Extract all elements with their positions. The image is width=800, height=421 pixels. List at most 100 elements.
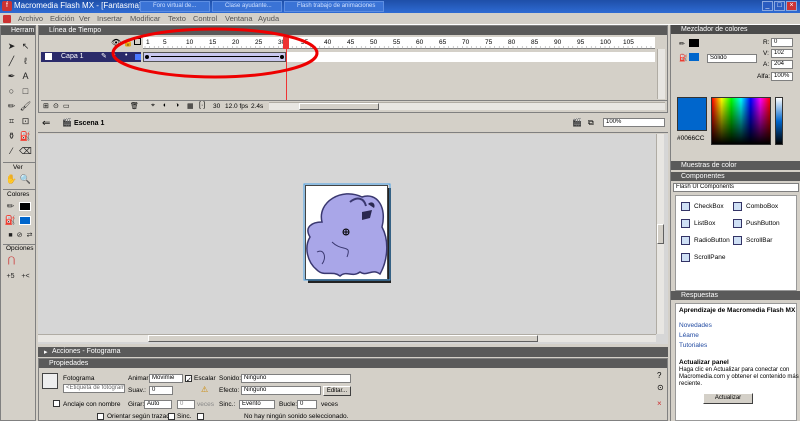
ghost-graphic[interactable] <box>302 182 392 282</box>
sync-checkbox[interactable] <box>168 413 175 420</box>
fill-type-select[interactable]: Sólido <box>707 54 757 63</box>
oval-icon[interactable]: ○ <box>5 85 18 98</box>
sound-select[interactable]: Ninguno <box>241 374 351 383</box>
smooth-icon[interactable]: +5 <box>4 270 17 283</box>
trash-icon[interactable]: 🗑 <box>130 102 139 110</box>
loop-field[interactable]: 0 <box>297 400 317 409</box>
menu-texto[interactable]: Texto <box>168 14 186 23</box>
options-icon[interactable]: ⊙ <box>657 383 664 392</box>
onion-outline-icon[interactable]: ◑ <box>175 102 179 109</box>
r-field[interactable]: 0 <box>771 38 793 47</box>
sync-select[interactable]: Evento <box>239 400 275 409</box>
rectangle-icon[interactable]: □ <box>19 85 32 98</box>
menu-edicion[interactable]: Edición <box>50 14 75 23</box>
stage-h-scrollbar[interactable] <box>38 334 656 342</box>
scrollbar-thumb[interactable] <box>148 335 538 342</box>
answers-title[interactable]: Respuestas <box>671 291 800 300</box>
close-panel-icon[interactable]: × <box>657 399 662 408</box>
timeline-v-scrollbar[interactable] <box>657 49 665 99</box>
close-button[interactable]: × <box>786 1 797 11</box>
alpha-field[interactable]: 100% <box>771 72 793 81</box>
scale-checkbox[interactable]: ✓ <box>185 375 192 384</box>
free-transform-icon[interactable]: ⌗ <box>5 115 18 128</box>
swatches-title[interactable]: Muestras de color <box>671 161 800 170</box>
arrow-icon[interactable]: ➤ <box>5 40 18 53</box>
components-set-select[interactable]: Flash UI Components <box>673 183 799 192</box>
anchor-checkbox[interactable] <box>53 400 60 407</box>
magnet-icon[interactable]: ⋂ <box>5 254 18 267</box>
menu-modificar[interactable]: Modificar <box>130 14 160 23</box>
components-title[interactable]: Componentes <box>671 172 800 181</box>
snap-checkbox[interactable] <box>197 413 204 420</box>
menu-insertar[interactable]: Insertar <box>97 14 122 23</box>
stroke-color-icon[interactable]: ✏ <box>4 200 17 213</box>
onion-markers-icon[interactable]: [·] <box>199 102 205 109</box>
ease-field[interactable]: 0 <box>149 386 173 395</box>
link-tutoriales[interactable]: Tutoriales <box>679 342 707 349</box>
timeline-h-scrollbar[interactable] <box>269 102 665 110</box>
menu-control[interactable]: Control <box>193 14 217 23</box>
component-scrollbar[interactable]: ScrollBar <box>733 236 772 245</box>
menu-ver[interactable]: Ver <box>79 14 90 23</box>
rotate-select[interactable]: Auto <box>144 400 172 409</box>
line-icon[interactable]: ╱ <box>5 55 18 68</box>
fill-color-icon[interactable]: ⛽ <box>4 214 17 227</box>
component-scrollpane[interactable]: ScrollPane <box>681 253 725 262</box>
fill-color-swatch[interactable] <box>19 216 31 225</box>
component-radiobutton[interactable]: RadioButton <box>681 236 730 245</box>
edit-multiple-icon[interactable]: ▦ <box>187 102 194 110</box>
link-leame[interactable]: Léame <box>679 332 699 339</box>
pencil-icon[interactable]: ✏ <box>5 100 18 113</box>
color-mixer-title[interactable]: Mezclador de colores <box>671 25 800 34</box>
back-arrow-icon[interactable]: ⇐ <box>42 118 50 129</box>
minimize-button[interactable]: _ <box>762 1 773 11</box>
stage-v-scrollbar[interactable] <box>656 134 664 334</box>
text-icon[interactable]: A <box>19 70 32 83</box>
layer-name[interactable]: Capa 1 <box>61 53 84 60</box>
menu-ventana[interactable]: Ventana <box>225 14 253 23</box>
eraser-icon[interactable]: ⌫ <box>19 145 32 158</box>
swap-colors-icon[interactable]: ⇄ <box>23 229 36 242</box>
lasso-icon[interactable]: ℓ <box>19 55 32 68</box>
scrollbar-thumb[interactable] <box>657 224 664 244</box>
subselect-icon[interactable]: ↖ <box>19 40 32 53</box>
help-icon[interactable]: ? <box>657 371 661 380</box>
ink-bottle-icon[interactable]: ⚱ <box>5 130 18 143</box>
component-checkbox[interactable]: CheckBox <box>681 202 724 211</box>
taskbar-tab[interactable]: Foro virtual de... <box>140 1 210 12</box>
zoom-select[interactable]: 100% <box>603 118 665 127</box>
add-guide-icon[interactable]: ⊙ <box>53 102 59 110</box>
color-spectrum[interactable] <box>711 97 771 145</box>
update-button[interactable]: Actualizar <box>703 393 753 404</box>
scrollbar-thumb[interactable] <box>299 103 379 110</box>
b-field[interactable]: 204 <box>771 60 793 69</box>
center-frame-icon[interactable]: ⌖ <box>151 102 155 110</box>
menu-archivo[interactable]: Archivo <box>18 14 43 23</box>
orient-checkbox[interactable] <box>97 413 104 420</box>
g-field[interactable]: 102 <box>771 49 793 58</box>
stroke-swatch[interactable] <box>689 39 699 47</box>
fill-swatch[interactable] <box>689 53 699 61</box>
effect-select[interactable]: Ninguno <box>241 386 321 395</box>
actions-panel-header[interactable]: ▸ Acciones - Fotograma <box>38 347 668 357</box>
paint-bucket-icon[interactable]: ⛽ <box>19 130 32 143</box>
menu-ayuda[interactable]: Ayuda <box>258 14 279 23</box>
pen-icon[interactable]: ✒ <box>5 70 18 83</box>
animate-select[interactable]: Movimie <box>149 374 183 383</box>
frame-name-field[interactable]: <Etiqueta de fotograma> <box>63 384 125 393</box>
zoom-icon[interactable]: 🔍 <box>19 173 32 186</box>
maximize-button[interactable]: □ <box>774 1 785 11</box>
eyedropper-icon[interactable]: ⁄ <box>5 145 18 158</box>
edit-button[interactable]: Editar... <box>323 386 351 396</box>
hand-icon[interactable]: ✋ <box>5 173 18 186</box>
brush-icon[interactable]: 🖌 <box>19 100 32 113</box>
times-field[interactable]: 0 <box>177 400 195 409</box>
link-novedades[interactable]: Novedades <box>679 322 712 329</box>
insert-folder-icon[interactable]: ▭ <box>63 102 70 110</box>
fill-transform-icon[interactable]: ⊡ <box>19 115 32 128</box>
straighten-icon[interactable]: +< <box>19 270 32 283</box>
edit-symbol-icon[interactable]: ⧉ <box>588 118 594 128</box>
component-pushbutton[interactable]: PushButton <box>733 219 780 228</box>
edit-scene-icon[interactable]: 🎬 <box>572 118 582 127</box>
insert-layer-icon[interactable]: ⊞ <box>43 102 49 110</box>
